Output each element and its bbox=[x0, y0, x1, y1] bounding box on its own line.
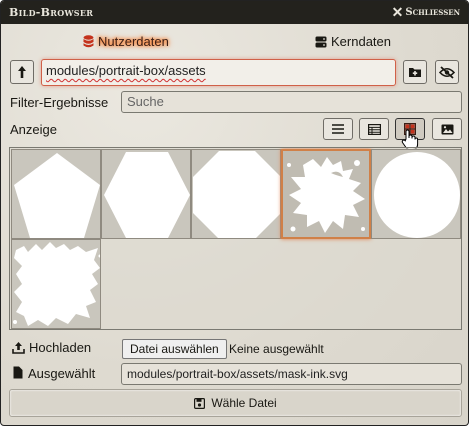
level-up-icon bbox=[18, 66, 26, 78]
select-file-button[interactable]: Wähle Datei bbox=[9, 389, 462, 417]
selected-label: Ausgewählt bbox=[28, 366, 96, 381]
file-tile-ink-torn[interactable] bbox=[11, 239, 101, 329]
file-grid bbox=[9, 147, 462, 330]
table-icon bbox=[367, 123, 381, 135]
toggle-privacy-button[interactable] bbox=[435, 60, 459, 84]
upload-icon bbox=[12, 342, 25, 354]
tab-core-data[interactable]: Kerndaten bbox=[315, 34, 391, 49]
tab-user-data[interactable]: Nutzerdaten bbox=[83, 34, 169, 49]
display-mode-table-button[interactable] bbox=[359, 118, 389, 140]
upload-row: Hochladen Datei auswählen Keine ausgewäh… bbox=[11, 339, 461, 359]
file-tile-octagon[interactable] bbox=[191, 149, 281, 239]
choose-file-button[interactable]: Datei auswählen bbox=[122, 339, 227, 359]
upload-status: Keine ausgewählt bbox=[229, 342, 324, 356]
file-tile-ink-splash[interactable] bbox=[281, 149, 371, 239]
list-icon bbox=[332, 124, 344, 134]
search-input[interactable]: Suche bbox=[121, 91, 462, 113]
source-tabs: Nutzerdaten Kerndaten bbox=[1, 31, 468, 55]
tab-user-data-label: Nutzerdaten bbox=[98, 34, 169, 49]
new-folder-button[interactable] bbox=[403, 60, 427, 84]
file-tile-hexagon[interactable] bbox=[101, 149, 191, 239]
file-picker-window: Bild-Browser ✕ Schliessen Nutzerdaten Ke… bbox=[0, 0, 469, 426]
pentagon-image bbox=[14, 153, 100, 238]
window-titlebar[interactable]: Bild-Browser ✕ Schliessen bbox=[1, 1, 468, 24]
close-label: Schliessen bbox=[405, 7, 460, 18]
upload-label: Hochladen bbox=[29, 340, 92, 355]
octagon-image bbox=[193, 151, 280, 238]
go-up-button[interactable] bbox=[10, 60, 34, 84]
close-button[interactable]: ✕ Schliessen bbox=[392, 6, 460, 20]
folder-plus-icon bbox=[409, 68, 421, 77]
selected-file-input[interactable]: modules/portrait-box/assets/mask-ink.svg bbox=[121, 363, 462, 385]
file-tile-pentagon[interactable] bbox=[11, 149, 101, 239]
database-icon bbox=[83, 35, 94, 48]
path-input[interactable]: modules/portrait-box/assets bbox=[41, 59, 396, 86]
save-icon bbox=[194, 397, 206, 409]
select-file-label: Wähle Datei bbox=[211, 396, 277, 410]
image-icon bbox=[441, 124, 453, 134]
display-mode-list-button[interactable] bbox=[323, 118, 353, 140]
circle-image bbox=[374, 152, 460, 238]
ink-torn-image bbox=[13, 242, 100, 326]
hexagon-image bbox=[104, 152, 190, 238]
server-icon bbox=[315, 36, 327, 47]
eye-slash-icon bbox=[439, 65, 455, 79]
display-mode-images-button[interactable] bbox=[432, 118, 462, 140]
display-label: Anzeige bbox=[10, 122, 57, 137]
close-icon: ✕ bbox=[391, 4, 404, 21]
tab-core-data-label: Kerndaten bbox=[331, 34, 391, 49]
window-title: Bild-Browser bbox=[9, 6, 94, 19]
path-row: modules/portrait-box/assets bbox=[10, 59, 462, 86]
file-icon bbox=[13, 366, 23, 379]
file-tile-circle[interactable] bbox=[371, 149, 461, 239]
ink-splash-image bbox=[283, 151, 369, 237]
filter-label: Filter-Ergebnisse bbox=[10, 95, 109, 110]
